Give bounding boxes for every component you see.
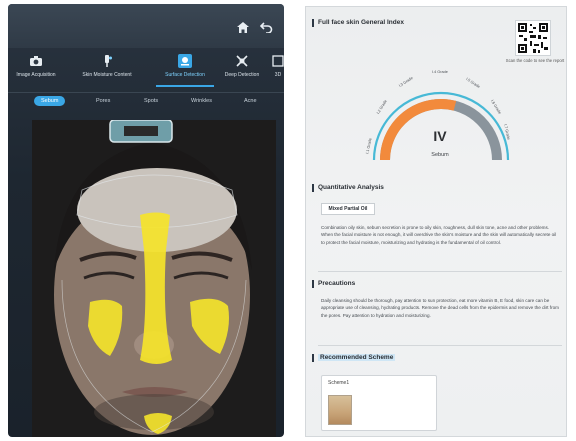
quantitative-title: Quantitative Analysis	[318, 184, 384, 191]
scheme-thumbnail-image	[328, 395, 352, 425]
face-scan-image	[32, 120, 276, 437]
mode-3d[interactable]: 3D	[270, 50, 284, 88]
mode-skin-moisture[interactable]: Skin Moisture Content	[72, 50, 142, 88]
top-bar	[8, 4, 284, 48]
3d-icon	[272, 55, 284, 67]
precautions-title: Precautions	[318, 280, 356, 287]
qr-code-icon	[518, 23, 548, 53]
quantitative-text: Combination oily skin, sebum secretion i…	[321, 225, 557, 245]
section-marker	[312, 280, 314, 288]
active-mode-indicator	[156, 85, 214, 87]
subtab-spots[interactable]: Spots	[144, 98, 158, 104]
detection-mode-bar: Image Acquisition Skin Moisture Content …	[8, 50, 284, 88]
camera-icon	[30, 56, 42, 66]
back-icon[interactable]	[260, 21, 273, 33]
gauge-level-label: I.4 Grade	[432, 70, 448, 74]
section-marker	[312, 354, 314, 362]
general-index-title: Full face skin General Index	[318, 19, 404, 26]
surface-scan-icon	[178, 54, 192, 68]
section-marker	[312, 19, 314, 27]
section-divider	[318, 271, 562, 272]
report-qr-code[interactable]	[515, 20, 551, 56]
sebum-grade-value: IV	[433, 128, 447, 144]
scheme-card-title: Scheme1	[328, 380, 350, 386]
mode-surface-detection[interactable]: Surface Detection	[154, 50, 216, 88]
subtab-sebum[interactable]: Sebum	[34, 96, 66, 106]
precautions-text: Daily cleansing should be thorough, pay …	[321, 298, 559, 318]
subtab-wrinkles[interactable]: Wrinkles	[191, 98, 212, 104]
face-scan-illustration	[32, 120, 276, 437]
subtab-acne[interactable]: Acne	[244, 98, 257, 104]
moisture-probe-icon	[105, 55, 112, 67]
deep-scan-icon	[236, 55, 248, 67]
skin-analyzer-screen: Image Acquisition Skin Moisture Content …	[8, 4, 284, 437]
home-icon[interactable]	[237, 22, 249, 33]
gauge-metric-name: Sebum	[431, 152, 449, 158]
mode-image-acquisition[interactable]: Image Acquisition	[12, 50, 60, 88]
section-divider	[318, 345, 562, 346]
skin-type-badge: Mixed Partial Oil	[321, 203, 375, 215]
analysis-subtab-bar: Sebum Pores Spots Wrinkles Acne	[8, 92, 284, 114]
recommended-scheme-title: Recommended Scheme	[318, 354, 396, 361]
subtab-pores[interactable]: Pores	[96, 98, 110, 104]
screenshot-root: Image Acquisition Skin Moisture Content …	[0, 0, 576, 441]
section-marker	[312, 184, 314, 192]
mode-deep-detection[interactable]: Deep Detection	[218, 50, 266, 88]
